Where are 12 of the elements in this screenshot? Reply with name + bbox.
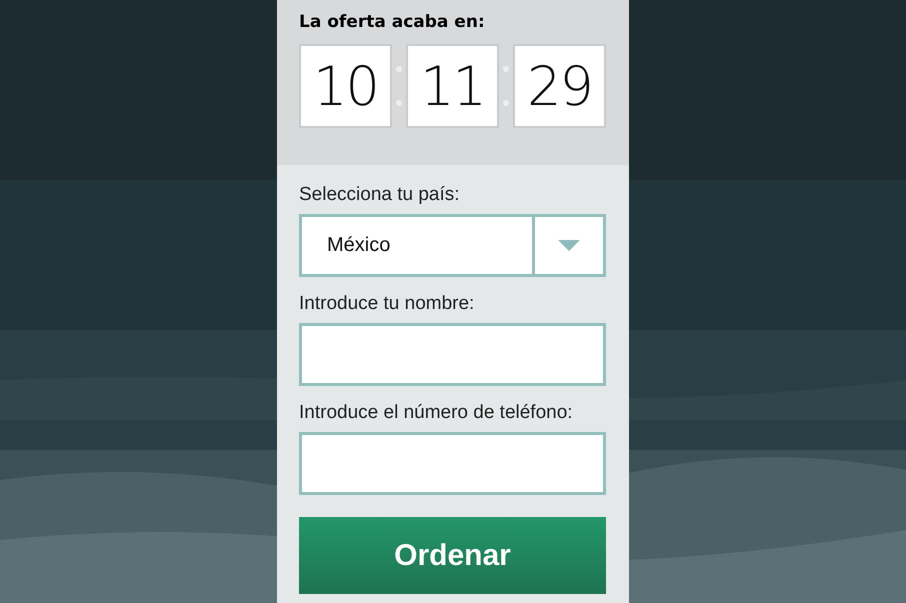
countdown-digit: 10 (299, 44, 392, 128)
country-dropdown[interactable]: México (299, 214, 606, 277)
field-label: Introduce el número de teléfono: (299, 401, 574, 425)
order-button[interactable]: Ordenar (299, 517, 606, 594)
countdown-title: La oferta acaba en: (299, 11, 486, 34)
input-field[interactable] (299, 323, 606, 386)
field-label: Introduce tu nombre: (299, 292, 476, 316)
caret-icon (558, 240, 580, 251)
input-field[interactable] (299, 432, 606, 495)
countdown-digit: 29 (513, 44, 606, 128)
countdown-digit: 11 (406, 44, 499, 128)
field-label: Selecciona tu país: (299, 183, 461, 207)
